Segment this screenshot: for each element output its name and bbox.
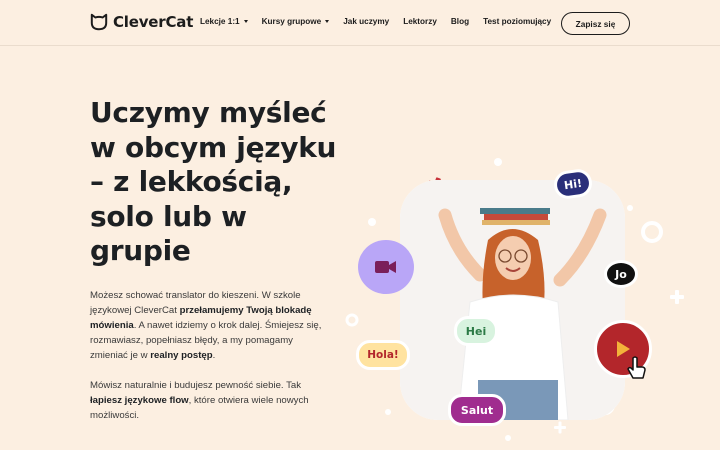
bubble-jo: Jo — [604, 260, 638, 288]
ring-icon — [641, 221, 663, 243]
video-camera-icon — [375, 261, 396, 273]
nav-item-kursy[interactable]: Kursy grupowe — [262, 17, 330, 26]
nav-item-label: Lektorzy — [403, 17, 437, 26]
hero-title-line: w obcym języku — [90, 130, 337, 164]
logo[interactable]: CleverCat — [90, 13, 193, 31]
hero-paragraph-2: Mówisz naturalnie i budujesz pewność sie… — [90, 378, 330, 423]
bubble-hola: Hola! — [356, 340, 410, 370]
nav-item-lektorzy[interactable]: Lektorzy — [403, 17, 437, 26]
dot — [368, 218, 376, 226]
hero-title-line: grupie — [90, 234, 191, 267]
hero-title-line: Uczymy myśleć — [90, 96, 327, 129]
cursor-hand-icon — [627, 356, 646, 379]
hero-title: Uczymy myśleć w obcym języku – z lekkośc… — [90, 96, 350, 269]
hero-illustration: Hi! Jo Hei Hola! Salut — [340, 150, 720, 450]
nav-item-lekcje[interactable]: Lekcje 1:1 — [200, 17, 248, 26]
nav-item-label: Test poziomujący — [483, 17, 552, 26]
bubble-hei: Hei — [454, 316, 498, 346]
nav-item-label: Jak uczymy — [343, 17, 390, 26]
nav-item-jak-uczymy[interactable]: Jak uczymy — [343, 17, 389, 26]
nav-item-test[interactable]: Test poziomujący — [483, 17, 551, 26]
nav-item-label: Kursy grupowe — [261, 17, 322, 26]
main-nav: Lekcje 1:1 Kursy grupowe Jak uczymy Lekt… — [200, 17, 565, 26]
bold-text: łapiesz językowe flow — [90, 395, 189, 406]
ring-icon — [345, 313, 359, 327]
hero-photo — [400, 180, 625, 420]
nav-item-label: Blog — [450, 17, 470, 26]
chevron-down-icon — [325, 20, 330, 23]
brand-name: CleverCat — [113, 13, 194, 31]
nav-item-blog[interactable]: Blog — [451, 17, 469, 26]
bold-text: realny postęp — [150, 350, 213, 361]
nav-item-label: Lekcje 1:1 — [200, 17, 240, 26]
dot — [494, 158, 502, 166]
woman-with-books-illustration — [400, 180, 625, 420]
hero-title-line: solo lub w — [90, 199, 247, 233]
chevron-down-icon — [243, 20, 248, 23]
hero-title-line: – z lekkością, — [90, 165, 293, 198]
video-bubble — [358, 240, 414, 294]
site-header: CleverCat Lekcje 1:1 Kursy grupowe Jak u… — [0, 0, 720, 46]
dot — [627, 205, 633, 211]
dot — [385, 409, 391, 415]
bubble-salut: Salut — [448, 394, 506, 426]
text: . — [212, 350, 216, 361]
cat-logo-icon — [90, 13, 108, 31]
signup-button[interactable]: Zapisz się — [561, 12, 630, 35]
hero-paragraph-1: Możesz schować translator do kieszeni. W… — [90, 288, 330, 363]
text: Mówisz naturalnie i budujesz pewność sie… — [90, 380, 301, 391]
dot — [505, 435, 511, 441]
